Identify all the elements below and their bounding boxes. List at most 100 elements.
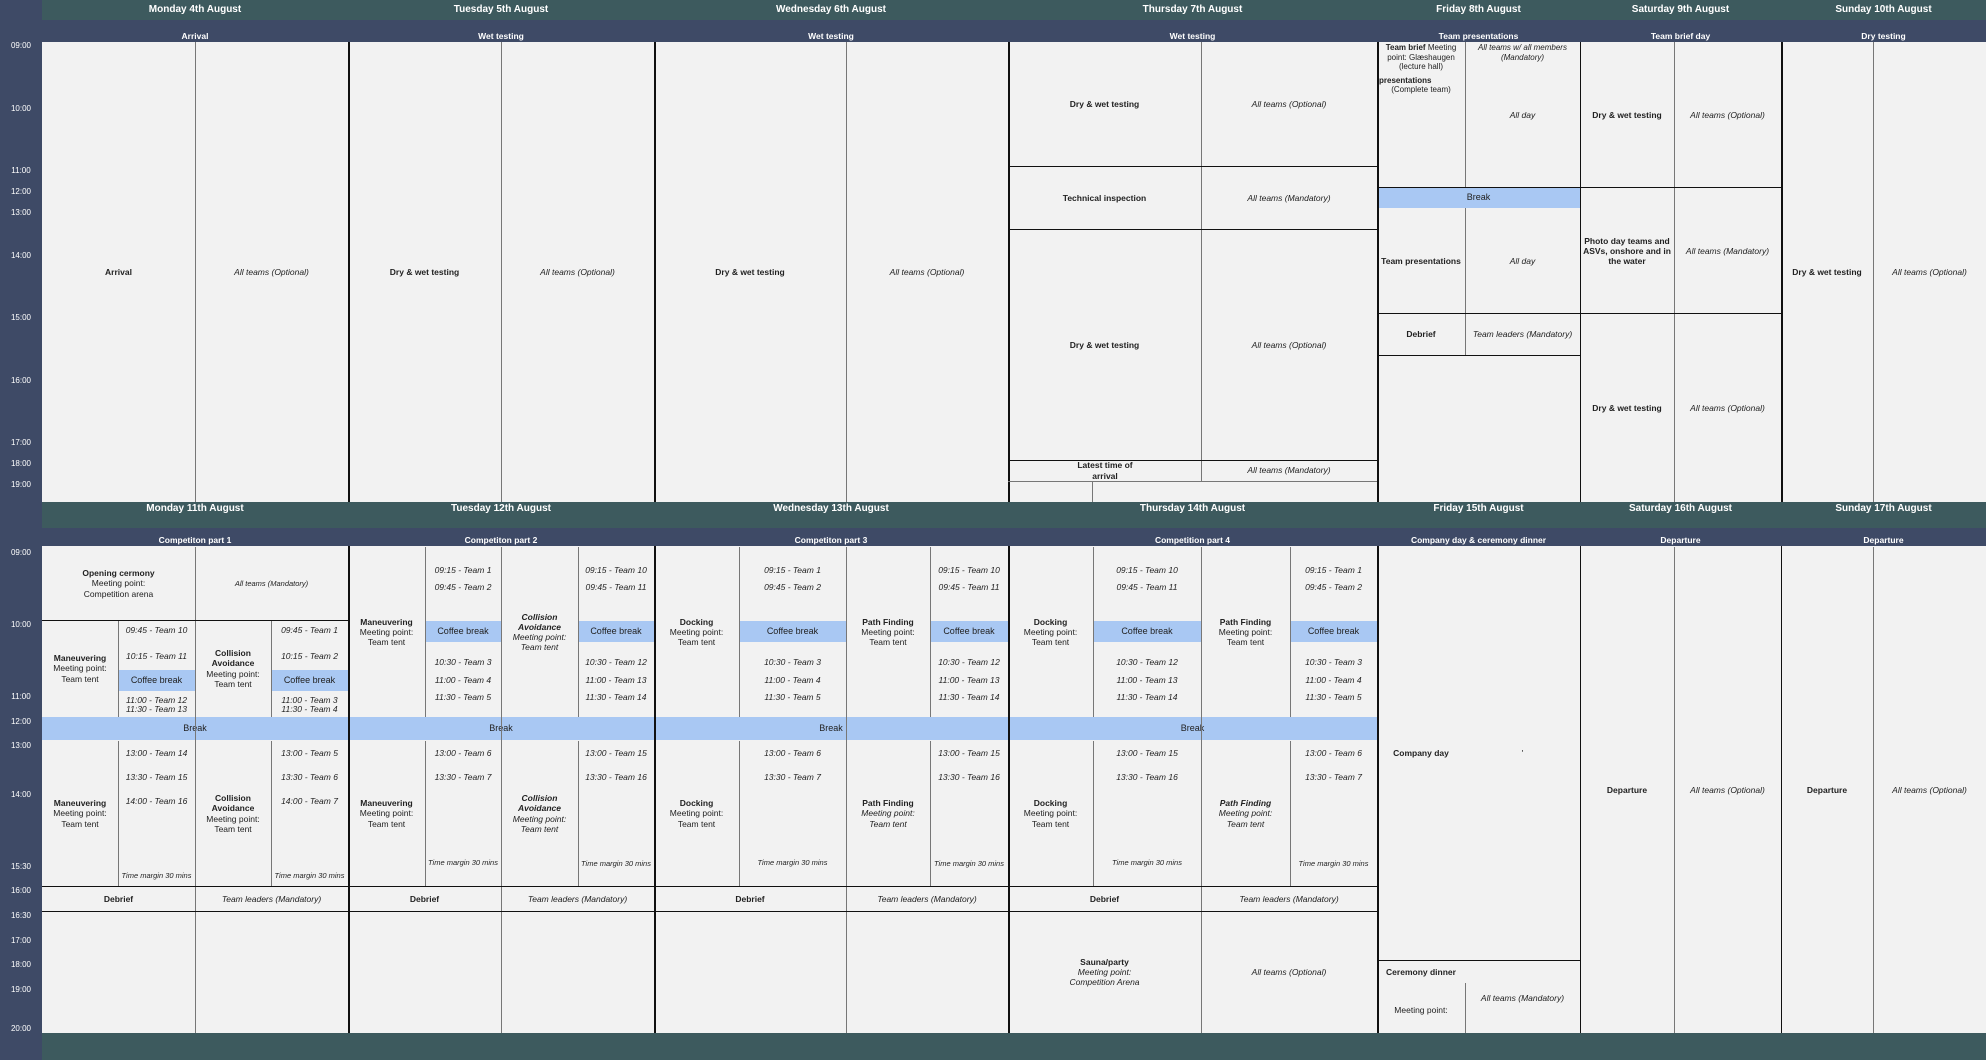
grid-line <box>1008 229 1377 230</box>
grid-line <box>1674 547 1675 1033</box>
time-column-week2 <box>0 502 42 1036</box>
slot: 11:00 - Team 4 <box>1305 674 1362 685</box>
grid-line <box>1377 313 1580 314</box>
event-attendance: All day <box>1509 255 1536 266</box>
event-attendance: Team leaders (Mandatory) <box>1472 329 1573 340</box>
grid-line <box>1580 187 1781 188</box>
time-margin: Time margin 30 mins <box>1298 858 1369 868</box>
slot: 13:30 - Team 16 <box>585 771 647 782</box>
slot: 13:00 - Team 15 <box>938 747 1000 758</box>
event-attendance: All teams (Optional) <box>889 266 965 277</box>
grid-line <box>501 547 502 1033</box>
grid-line <box>195 42 196 502</box>
grid-line <box>930 741 931 886</box>
day-header: Tuesday 5th August <box>348 0 654 20</box>
day-header: Sunday 10th August <box>1781 0 1986 20</box>
event-attendance: All teams (Optional) <box>540 266 615 277</box>
day-header: Friday 15th August <box>1377 502 1580 516</box>
meeting-point: Meeting point: Team tent <box>206 813 260 834</box>
slot: 11:30 - Team 14 <box>1116 691 1178 702</box>
day-theme: Competiton part 2 <box>348 528 654 546</box>
sauna-party: Sauna/party Meeting point: Competition A… <box>1008 911 1201 1033</box>
slot: 13:30 - Team 16 <box>1116 771 1178 782</box>
event-title: Docking <box>1033 616 1068 627</box>
meeting-point: Meeting point: Team tent <box>512 632 567 653</box>
grid-line <box>1008 166 1377 167</box>
event-attendance: All teams (Optional) <box>234 266 309 277</box>
event-title: Maneuvering <box>360 798 413 809</box>
grid-line <box>42 911 1377 912</box>
time-margin: Time margin 30 mins <box>934 858 1004 868</box>
slot: 13:30 - Team 7 <box>1305 771 1362 782</box>
slot: 13:00 - Team 6 <box>764 747 821 758</box>
day-theme: Arrival <box>42 20 348 42</box>
event-attendance: Team leaders (Mandatory) <box>1239 893 1339 904</box>
event-title: Collision Avoidance <box>211 793 255 814</box>
time-label: 16:00 <box>10 886 32 895</box>
time-margin: Time margin 30 mins <box>428 857 498 867</box>
grid-line <box>846 42 847 502</box>
event-block: Collision Avoidance Meeting point: Team … <box>501 741 578 886</box>
event-title: Docking <box>1033 798 1068 809</box>
coffee-break: Coffee break <box>930 621 1008 642</box>
break-bar: Break <box>1377 187 1580 208</box>
slot: 10:30 - Team 3 <box>764 656 821 667</box>
event-title: Docking <box>679 616 714 627</box>
slot: 09:15 - Team 10 <box>585 564 647 575</box>
event-attendance: All teams (Mandatory) <box>1247 193 1331 204</box>
grid-line <box>1580 42 1581 502</box>
meeting-point: Meeting point: Team tent <box>206 668 260 689</box>
meeting-point: Meeting point: Competition Arena <box>1069 966 1140 988</box>
day-theme: Competition part 4 <box>1008 528 1377 546</box>
time-label: 10:00 <box>10 104 32 113</box>
slot: 11:30 - Team 4 <box>281 704 338 714</box>
grid-line <box>1781 42 1783 502</box>
meeting-point: Meeting point: Team tent <box>861 808 915 829</box>
footer-band <box>42 1033 1580 1060</box>
slot: 13:00 - Team 15 <box>1116 747 1178 758</box>
slot: 09:45 - Team 10 <box>125 624 188 635</box>
event-block: Docking Meeting point: Team tent <box>1008 741 1093 886</box>
grid-line <box>1008 481 1377 482</box>
time-column-footer <box>0 1036 42 1060</box>
time-label: 13:00 <box>10 741 32 750</box>
event-attendance: All teams (Optional) <box>1690 784 1765 795</box>
day-theme: Wet testing <box>348 20 654 42</box>
slot: 09:45 - Team 2 <box>434 581 492 592</box>
event-block: Maneuvering Meeting point: Team tent <box>42 741 118 886</box>
slot: 10:30 - Team 3 <box>434 656 492 667</box>
event-title: Departure <box>1606 784 1648 795</box>
slot: 10:15 - Team 11 <box>126 650 187 661</box>
event-block: Collision Avoidance Meeting point: Team … <box>195 620 271 717</box>
event-attendance: All teams (Optional) <box>1251 339 1327 350</box>
slot: 13:30 - Team 7 <box>764 771 821 782</box>
grid-line <box>1377 187 1580 188</box>
slot: 13:30 - Team 15 <box>125 771 188 782</box>
slot: 13:00 - Team 6 <box>1305 747 1362 758</box>
slot: 09:15 - Team 10 <box>1116 564 1178 575</box>
time-label: 18:00 <box>10 459 32 468</box>
time-label: 20:00 <box>10 1024 32 1033</box>
grid-line <box>1092 482 1093 502</box>
coffee-break: Coffee break <box>1093 621 1201 642</box>
slot: 13:00 - Team 14 <box>125 747 188 758</box>
event-title: Latest time of arrival <box>1077 460 1133 481</box>
grid-line <box>1377 42 1379 502</box>
day-header: Wednesday 6th August <box>654 0 1008 20</box>
slot: 10:30 - Team 12 <box>1116 656 1178 667</box>
meeting-point: Meeting point: Team tent <box>861 626 915 648</box>
grid-line <box>1377 355 1580 356</box>
day-header: Friday 8th August <box>1377 0 1580 20</box>
grid-line <box>1093 547 1094 717</box>
day-header: Monday 11th August <box>42 502 348 516</box>
slot: 13:00 - Team 15 <box>585 747 647 758</box>
grid-line <box>42 620 348 621</box>
event-title: Dry & wet testing <box>1069 99 1140 110</box>
coffee-break: Coffee break <box>578 621 654 642</box>
grid-line <box>425 547 426 717</box>
day-header: Saturday 9th August <box>1580 0 1781 20</box>
event-note: (Complete team) <box>1391 85 1451 95</box>
time-label: 13:00 <box>10 208 32 217</box>
slot: 11:00 - Team 13 <box>1116 674 1178 685</box>
grid-line <box>1873 42 1874 502</box>
